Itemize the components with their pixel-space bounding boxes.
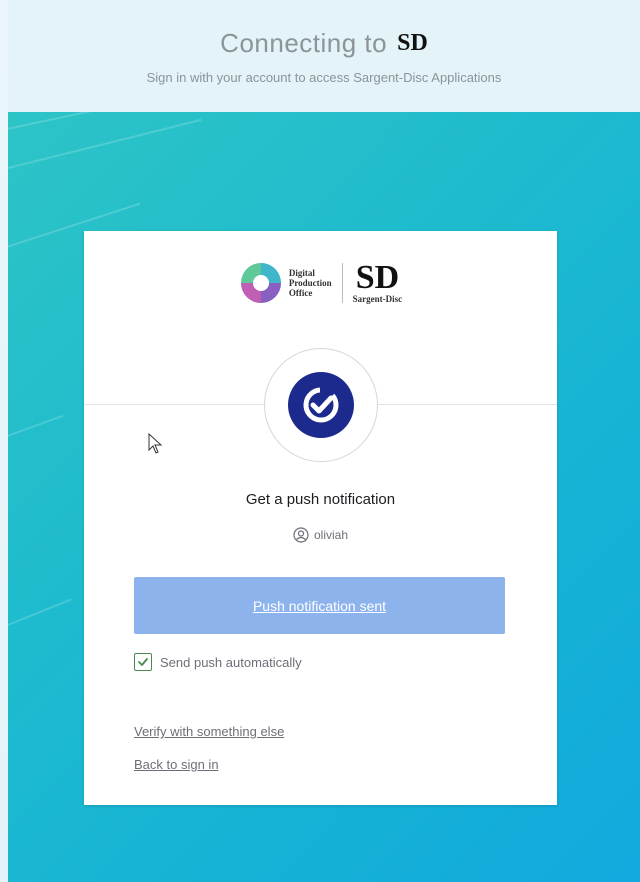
auto-push-checkbox[interactable] <box>134 653 152 671</box>
header-title-row: Connecting to SD <box>8 28 640 59</box>
auto-push-row[interactable]: Send push automatically <box>134 653 302 671</box>
logos-row: Digital Production Office SD Sargent-Dis… <box>84 261 557 305</box>
factor-badge <box>264 348 378 462</box>
dpo-logo: Digital Production Office <box>239 261 332 305</box>
push-notification-title: Get a push notification <box>245 491 396 508</box>
checkmark-icon <box>138 658 148 666</box>
okta-verify-check-icon <box>288 372 354 438</box>
dpo-aperture-icon <box>240 263 281 303</box>
dpo-line3: Office <box>288 288 313 298</box>
background-streak <box>8 112 243 134</box>
header-banner: Connecting to SD Sign in with your accou… <box>8 0 640 112</box>
back-to-sign-in-link[interactable]: Back to sign in <box>134 757 219 772</box>
page-frame: Connecting to SD Sign in with your accou… <box>0 0 640 882</box>
header-subtitle: Sign in with your account to access Sarg… <box>146 70 502 85</box>
dpo-line1: Digital <box>288 268 315 278</box>
user-circle-icon <box>293 527 309 543</box>
sd-logo-mark: SD <box>355 259 400 296</box>
auth-card: Digital Production Office SD Sargent-Dis… <box>84 231 557 805</box>
verify-with-something-else-link[interactable]: Verify with something else <box>134 724 284 739</box>
auto-push-label: Send push automatically <box>160 654 302 670</box>
background-streak <box>8 118 202 174</box>
sd-logo-name: Sargent-Disc <box>352 294 403 304</box>
dpo-text: Digital Production Office <box>289 268 332 298</box>
logo-divider <box>341 263 343 303</box>
username-row: oliviah <box>84 527 557 543</box>
sd-logo: SD Sargent-Disc <box>352 259 403 305</box>
background-streak <box>8 414 64 444</box>
sd-header-logo: SD <box>397 30 428 56</box>
push-notification-sent-button[interactable]: Push notification sent <box>134 577 505 634</box>
mouse-pointer-icon <box>148 433 163 454</box>
header-title: Connecting to <box>220 28 388 58</box>
background-streak <box>8 598 72 634</box>
dpo-line2: Production <box>288 278 332 288</box>
username-label: oliviah <box>313 528 349 542</box>
